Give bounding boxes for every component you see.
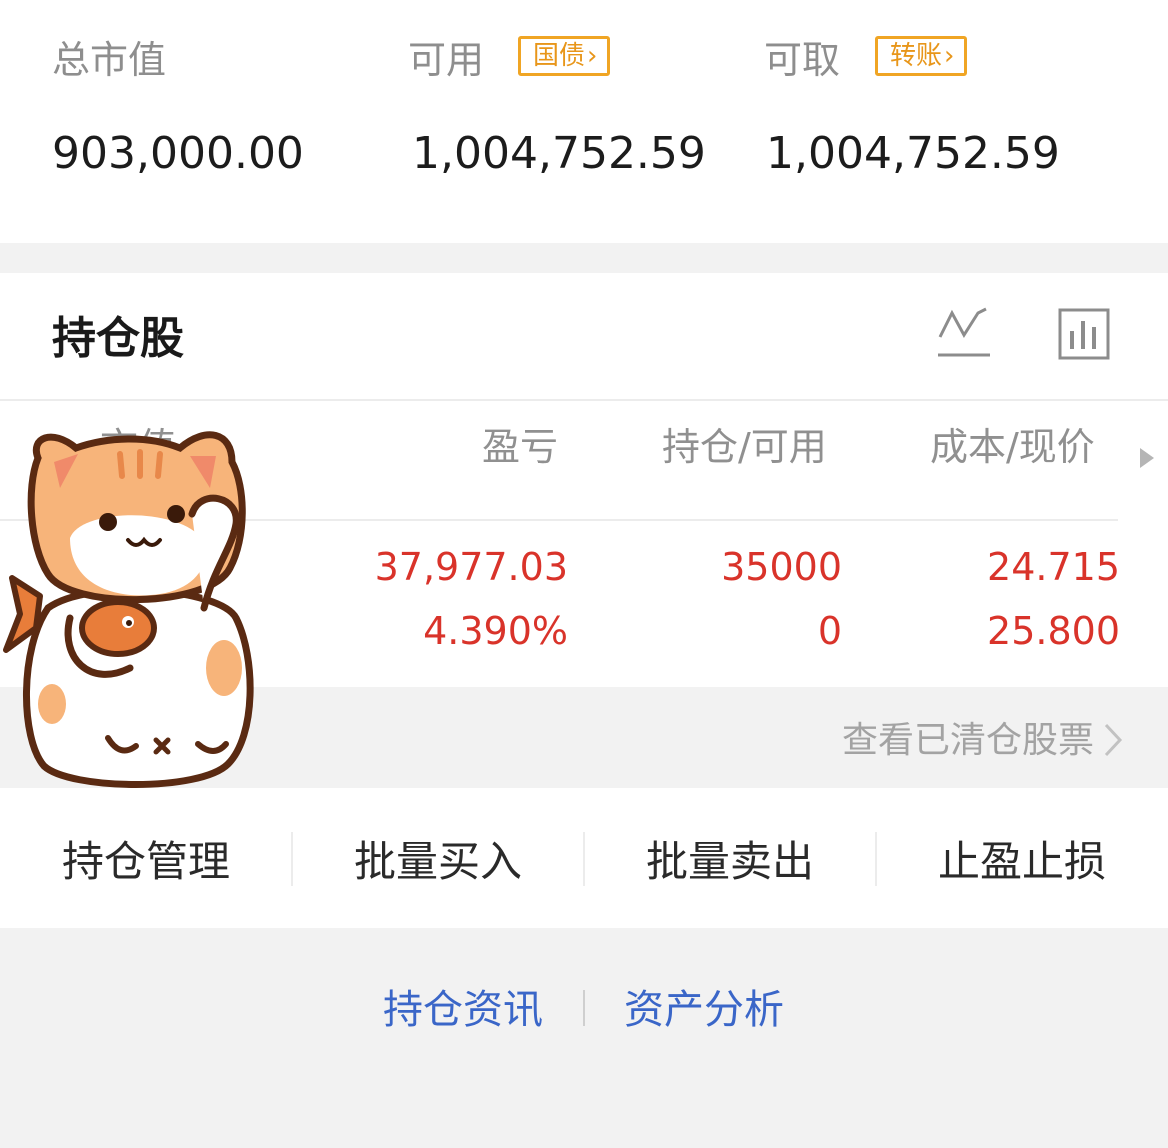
withdrawable-label: 可取 xyxy=(764,38,841,82)
caret-right-icon[interactable] xyxy=(1138,447,1156,473)
profit-amount: 37,977.03 xyxy=(374,545,568,589)
chevron-right-icon xyxy=(1102,721,1124,763)
take-profit-stop-loss-button[interactable]: 止盈止损 xyxy=(876,788,1168,928)
treasury-bond-label: 国债 xyxy=(533,41,586,71)
transfer-label: 转账 xyxy=(890,41,943,71)
total-value: 903,000.00 xyxy=(52,128,304,179)
withdrawable-value: 1,004,752.59 xyxy=(766,128,1060,179)
actions-bar: 持仓管理 批量买入 批量卖出 止盈止损 xyxy=(0,788,1168,928)
holdings-news-link[interactable]: 持仓资讯 xyxy=(383,982,543,1038)
available-label: 可用 xyxy=(408,38,485,82)
column-profit[interactable]: 盈亏 xyxy=(482,421,558,473)
cleared-stocks-link[interactable]: 查看已清仓股票 xyxy=(842,717,1094,765)
chevron-right-icon: › xyxy=(587,41,598,71)
position-management-button[interactable]: 持仓管理 xyxy=(0,788,292,928)
line-chart-icon[interactable] xyxy=(936,307,992,367)
transfer-button[interactable]: 转账› xyxy=(875,36,968,76)
batch-buy-button[interactable]: 批量买入 xyxy=(292,788,584,928)
column-position-available[interactable]: 持仓/可用 xyxy=(662,421,827,473)
total-value-label: 总市值 xyxy=(52,38,167,82)
current-price: 25.800 xyxy=(987,609,1120,653)
cost-price: 24.715 xyxy=(987,545,1120,589)
holdings-title: 持仓股 xyxy=(52,313,184,364)
bar-chart-icon[interactable] xyxy=(1058,307,1112,367)
account-summary: 总市值 903,000.00 可用 国债› 1,004,752.59 可取 转账… xyxy=(0,0,1168,243)
batch-sell-button[interactable]: 批量卖出 xyxy=(584,788,876,928)
profit-percent: 4.390% xyxy=(423,609,568,653)
divider xyxy=(0,399,1168,401)
available-value: 1,004,752.59 xyxy=(412,128,706,179)
position-quantity: 35000 xyxy=(721,545,842,589)
treasury-bond-button[interactable]: 国债› xyxy=(518,36,611,76)
chevron-right-icon: › xyxy=(944,41,955,71)
bottom-links: 持仓资讯 资产分析 xyxy=(0,928,1168,1148)
column-cost-price[interactable]: 成本/现价 xyxy=(930,421,1095,473)
asset-analysis-link[interactable]: 资产分析 xyxy=(624,982,784,1038)
divider xyxy=(583,990,585,1026)
lucky-cat-sticker[interactable] xyxy=(0,418,275,796)
available-quantity: 0 xyxy=(817,609,842,653)
